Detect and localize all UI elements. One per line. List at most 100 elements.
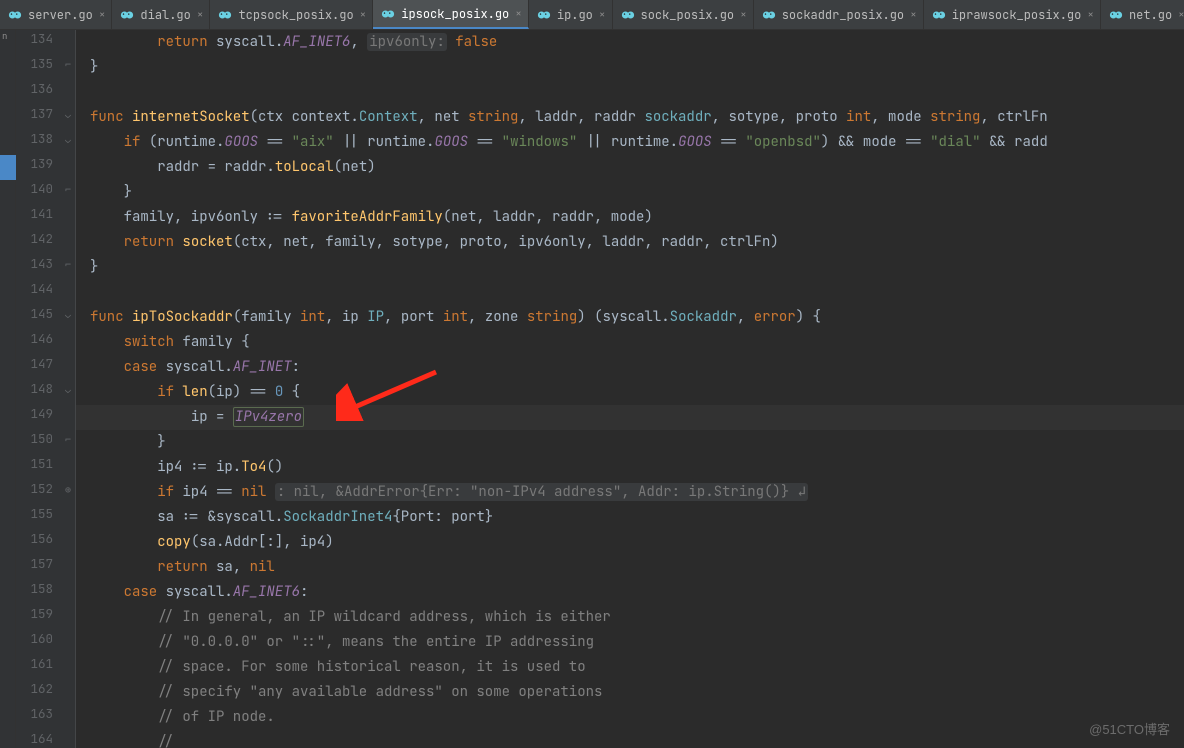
fold-icon[interactable]: ⌐ bbox=[65, 58, 71, 71]
go-file-icon bbox=[120, 8, 134, 22]
line-number: 142 bbox=[19, 230, 53, 247]
line-number: 145 bbox=[19, 305, 53, 322]
tab-sockaddr-posix-go[interactable]: sockaddr_posix.go × bbox=[754, 0, 924, 29]
code-line: } bbox=[90, 430, 166, 455]
code-line: } bbox=[90, 255, 98, 280]
code-line: if ip4 == nil : nil, &AddrError{Err: "no… bbox=[90, 480, 808, 505]
tab-label: server.go bbox=[28, 7, 93, 23]
code-line: // In general, an IP wildcard address, w… bbox=[90, 605, 611, 630]
close-icon[interactable]: × bbox=[1087, 8, 1094, 22]
tab-dial-go[interactable]: dial.go × bbox=[112, 0, 210, 29]
tab-tcpsock-posix-go[interactable]: tcpsock_posix.go × bbox=[210, 0, 373, 29]
fold-icon[interactable]: ⌄ bbox=[65, 108, 71, 121]
tab-net-go[interactable]: net.go × bbox=[1101, 0, 1184, 29]
code-line: if len(ip) == 0 { bbox=[90, 380, 300, 405]
go-file-icon bbox=[381, 7, 395, 21]
tab-label: ip.go bbox=[557, 7, 593, 23]
go-file-icon bbox=[537, 8, 551, 22]
line-number: 134 bbox=[19, 30, 53, 47]
line-number: 163 bbox=[19, 705, 53, 722]
code-line: return sa, nil bbox=[90, 555, 275, 580]
line-number: 143 bbox=[19, 255, 53, 272]
tab-server-go[interactable]: server.go × bbox=[0, 0, 112, 29]
tab-sock-posix-go[interactable]: sock_posix.go × bbox=[613, 0, 754, 29]
code-line: func internetSocket(ctx context.Context,… bbox=[90, 105, 1048, 130]
close-icon[interactable]: × bbox=[740, 8, 747, 22]
code-line: case syscall.AF_INET: bbox=[90, 355, 300, 380]
code-line: ip = IPv4zero bbox=[76, 405, 1184, 430]
go-file-icon bbox=[621, 8, 635, 22]
line-number: 160 bbox=[19, 630, 53, 647]
tab-iprawsock-posix-go[interactable]: iprawsock_posix.go × bbox=[924, 0, 1101, 29]
fold-icon[interactable]: ⌐ bbox=[65, 183, 71, 196]
code-editor[interactable]: return syscall.AF_INET6, ipv6only: false… bbox=[76, 30, 1184, 748]
tab-label: net.go bbox=[1129, 7, 1172, 23]
tab-ipsock-posix-go[interactable]: ipsock_posix.go × bbox=[373, 0, 529, 29]
code-line: // bbox=[90, 730, 174, 748]
code-line: } bbox=[90, 55, 98, 80]
go-file-icon bbox=[8, 8, 22, 22]
tab-ip-go[interactable]: ip.go × bbox=[529, 0, 613, 29]
close-icon[interactable]: × bbox=[99, 8, 106, 22]
code-line: sa := &syscall.SockaddrInet4{Port: port} bbox=[90, 505, 493, 530]
gutter: 134 135 136 137 138 139 140 141 142 143 … bbox=[16, 30, 76, 748]
fold-icon[interactable]: ⌄ bbox=[65, 383, 71, 396]
go-file-icon bbox=[1109, 8, 1123, 22]
line-number: 138 bbox=[19, 130, 53, 147]
code-line: copy(sa.Addr[:], ip4) bbox=[90, 530, 334, 555]
close-icon[interactable]: × bbox=[360, 8, 367, 22]
line-number: 135 bbox=[19, 55, 53, 72]
line-number: 150 bbox=[19, 430, 53, 447]
code-line: } bbox=[90, 180, 132, 205]
close-icon[interactable]: × bbox=[515, 7, 522, 21]
line-number: 146 bbox=[19, 330, 53, 347]
code-line: // "0.0.0.0" or "::", means the entire I… bbox=[90, 630, 594, 655]
fold-icon[interactable]: ⊕ bbox=[65, 483, 71, 496]
tab-label: iprawsock_posix.go bbox=[952, 7, 1082, 23]
code-line: case syscall.AF_INET6: bbox=[90, 580, 308, 605]
code-line: // specify "any available address" on so… bbox=[90, 680, 602, 705]
line-number: 139 bbox=[19, 155, 53, 172]
line-number: 155 bbox=[19, 505, 53, 522]
line-number: 140 bbox=[19, 180, 53, 197]
line-number: 137 bbox=[19, 105, 53, 122]
line-number: 164 bbox=[19, 730, 53, 747]
close-icon[interactable]: × bbox=[197, 8, 204, 22]
code-line: raddr = raddr.toLocal(net) bbox=[90, 155, 376, 180]
line-number: 157 bbox=[19, 555, 53, 572]
go-file-icon bbox=[218, 8, 232, 22]
line-number: 141 bbox=[19, 205, 53, 222]
line-number: 162 bbox=[19, 680, 53, 697]
code-line: // of IP node. bbox=[90, 705, 275, 730]
fold-icon[interactable]: ⌄ bbox=[65, 308, 71, 321]
line-number: 148 bbox=[19, 380, 53, 397]
close-icon[interactable]: × bbox=[599, 8, 606, 22]
tab-label: dial.go bbox=[140, 7, 190, 23]
fold-icon[interactable]: ⌐ bbox=[65, 433, 71, 446]
code-line: ip4 := ip.To4() bbox=[90, 455, 283, 480]
line-number: 147 bbox=[19, 355, 53, 372]
code-line: return syscall.AF_INET6, ipv6only: false bbox=[90, 30, 497, 55]
line-number: 152 bbox=[19, 480, 53, 497]
tab-label: ipsock_posix.go bbox=[401, 6, 509, 22]
code-line: family, ipv6only := favoriteAddrFamily(n… bbox=[90, 205, 653, 230]
tab-label: tcpsock_posix.go bbox=[238, 7, 353, 23]
close-icon[interactable]: × bbox=[910, 8, 917, 22]
close-icon[interactable]: × bbox=[1178, 8, 1184, 22]
tab-label: sock_posix.go bbox=[641, 7, 735, 23]
left-rail: n bbox=[0, 30, 16, 748]
fold-icon[interactable]: ⌄ bbox=[65, 133, 71, 146]
code-line: func ipToSockaddr(family int, ip IP, por… bbox=[90, 305, 821, 330]
watermark: @51CTO博客 bbox=[1089, 719, 1170, 738]
line-number: 156 bbox=[19, 530, 53, 547]
fold-icon[interactable]: ⌐ bbox=[65, 258, 71, 271]
breakpoint-marker[interactable] bbox=[0, 155, 16, 180]
line-number: 159 bbox=[19, 605, 53, 622]
line-number: 151 bbox=[19, 455, 53, 472]
left-rail-text: n bbox=[2, 30, 7, 42]
go-file-icon bbox=[762, 8, 776, 22]
tab-label: sockaddr_posix.go bbox=[782, 7, 904, 23]
code-line: if (runtime.GOOS == "aix" || runtime.GOO… bbox=[90, 130, 1048, 155]
line-number: 161 bbox=[19, 655, 53, 672]
code-line: switch family { bbox=[90, 330, 250, 355]
